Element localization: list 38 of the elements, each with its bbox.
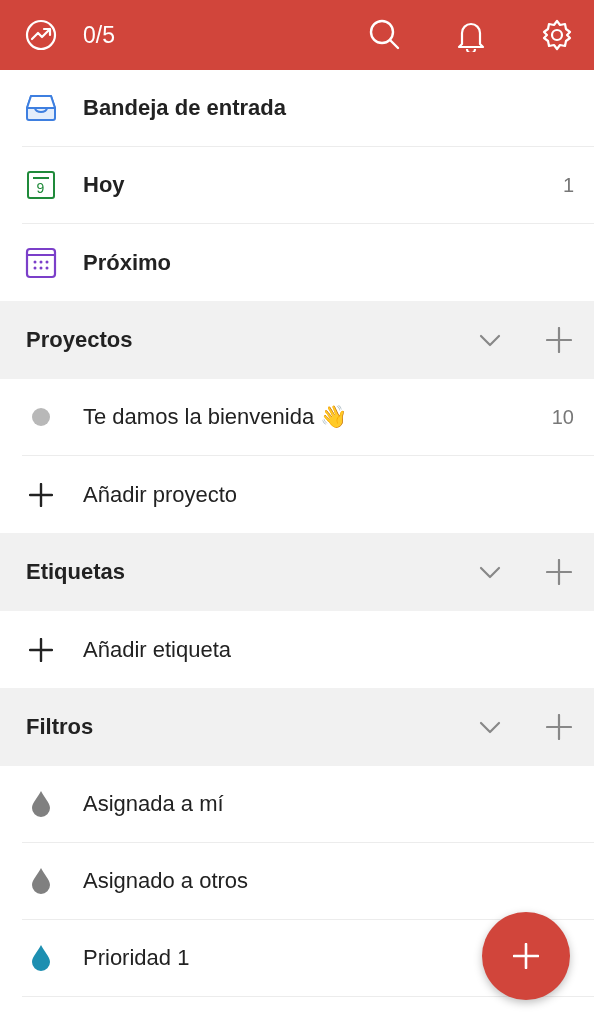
section-title: Etiquetas xyxy=(26,559,126,585)
section-title: Filtros xyxy=(26,714,94,740)
section-header[interactable]: Etiquetas xyxy=(0,533,594,611)
list-item[interactable]: Añadir proyecto xyxy=(0,456,594,533)
plus-icon xyxy=(513,943,539,969)
chevron-down-icon[interactable] xyxy=(478,332,502,348)
item-label: Asignada a mí xyxy=(83,791,224,817)
chevron-down-icon[interactable] xyxy=(478,564,502,580)
plus-icon[interactable] xyxy=(28,482,53,507)
settings-icon[interactable] xyxy=(540,18,574,52)
item-label: Bandeja de entrada xyxy=(83,95,286,121)
section-title: Proyectos xyxy=(26,327,133,353)
calendar-icon: 9 xyxy=(26,171,55,199)
item-label: Añadir etiqueta xyxy=(83,636,231,663)
plus-icon[interactable] xyxy=(28,637,53,662)
item-label: Hoy xyxy=(83,172,125,198)
item-label: Te damos la bienvenida 👋 xyxy=(83,404,348,430)
list-item[interactable]: Próximo xyxy=(0,224,594,301)
inbox-tray-icon xyxy=(24,92,57,124)
item-label: Próximo xyxy=(83,249,172,276)
chevron-down-icon[interactable] xyxy=(478,719,502,735)
list-item[interactable]: Bandeja de entrada xyxy=(0,70,594,147)
item-count: 10 xyxy=(551,405,574,429)
item-count: 1 xyxy=(562,173,574,197)
search-icon[interactable] xyxy=(368,18,402,52)
section-header[interactable]: Proyectos xyxy=(0,301,594,379)
list-item[interactable]: Asignada a mí xyxy=(0,766,594,843)
item-label: Asignado a otros xyxy=(83,868,249,894)
list-item[interactable]: Añadir etiqueta xyxy=(0,611,594,688)
karma-count[interactable]: 0/5 xyxy=(83,21,115,49)
add-task-button[interactable] xyxy=(482,912,570,1000)
section-header[interactable]: Filtros xyxy=(0,688,594,766)
trend-chart-icon[interactable] xyxy=(25,19,57,51)
item-label: Prioridad 1 xyxy=(83,945,190,971)
item-label: Añadir proyecto xyxy=(83,481,238,508)
list-item[interactable]: Te damos la bienvenida 👋 10 xyxy=(0,379,594,456)
list-item[interactable]: 9 Hoy 1 xyxy=(0,147,594,224)
calendar-icon xyxy=(24,246,57,279)
